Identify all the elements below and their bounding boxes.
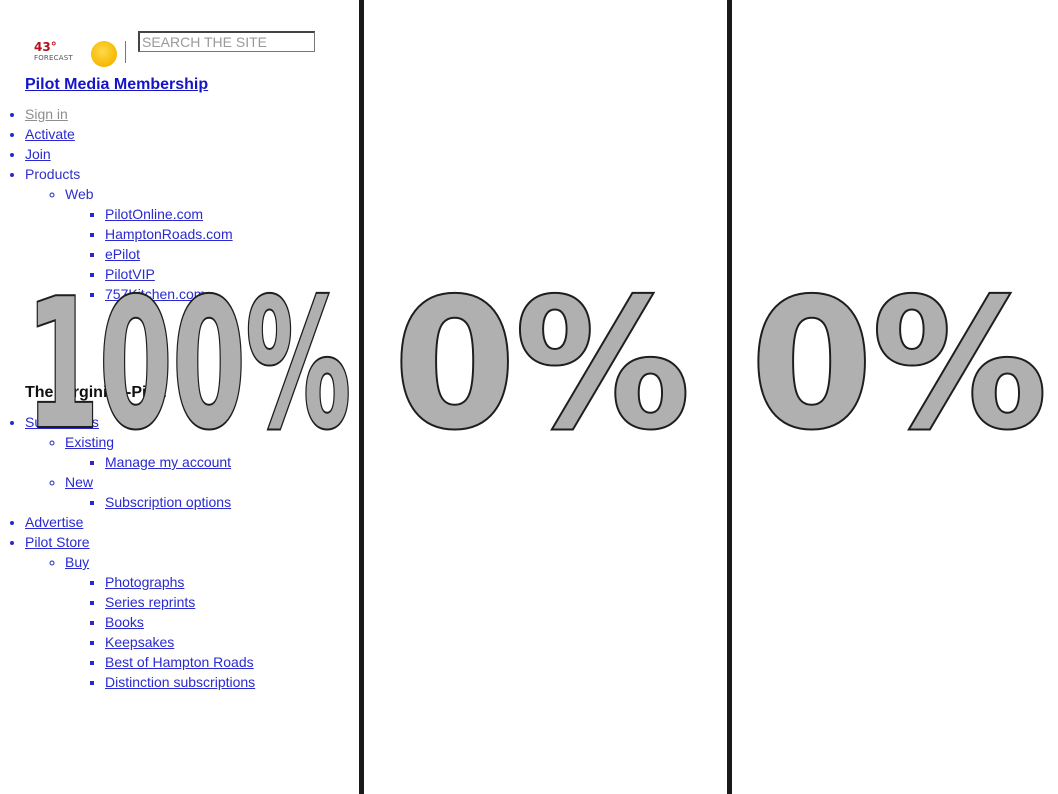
list-item: 757Kitchen.com bbox=[105, 284, 355, 304]
list-item: Advertise bbox=[25, 512, 355, 532]
occluded-spacer bbox=[25, 304, 355, 368]
virginian-pilot-list: Subscribers Existing Manage my account N… bbox=[0, 412, 355, 692]
weather-widget[interactable]: 43° FORECAST bbox=[34, 40, 124, 67]
sun-icon bbox=[91, 41, 117, 67]
existing-sublist: Manage my account bbox=[65, 452, 355, 472]
subscribers-sublist: Existing Manage my account New Subscript… bbox=[25, 432, 355, 512]
list-item: HamptonRoads.com bbox=[105, 224, 355, 244]
new-sublist: Subscription options bbox=[65, 492, 355, 512]
list-item: Pilot Store Buy Photographs Series repri… bbox=[25, 532, 355, 692]
forecast-label: FORECAST bbox=[34, 54, 73, 62]
epilot-link[interactable]: ePilot bbox=[105, 246, 140, 262]
membership-heading: Pilot Media Membership bbox=[25, 76, 355, 94]
list-item: Keepsakes bbox=[105, 632, 355, 652]
subscribers-link[interactable]: Subscribers bbox=[25, 414, 99, 430]
list-item: Web PilotOnline.com HamptonRoads.com ePi… bbox=[65, 184, 355, 304]
list-item: ePilot bbox=[105, 244, 355, 264]
list-item: Subscription options bbox=[105, 492, 355, 512]
weather-separator bbox=[125, 41, 126, 63]
757kitchen-link[interactable]: 757Kitchen.com bbox=[105, 286, 205, 302]
web-sublist: PilotOnline.com HamptonRoads.com ePilot … bbox=[65, 204, 355, 304]
list-item: PilotVIP bbox=[105, 264, 355, 284]
list-item: Join bbox=[25, 144, 355, 164]
site-navigation: Pilot Media Membership Sign in Activate … bbox=[25, 76, 355, 692]
store-sublist: Buy Photographs Series reprints Books Ke… bbox=[25, 552, 355, 692]
advertise-link[interactable]: Advertise bbox=[25, 514, 83, 530]
progress-percent-3: 0% bbox=[751, 276, 1047, 446]
list-item: Existing Manage my account bbox=[65, 432, 355, 472]
list-item: PilotOnline.com bbox=[105, 204, 355, 224]
list-item: Buy Photographs Series reprints Books Ke… bbox=[65, 552, 355, 692]
pilotonline-link[interactable]: PilotOnline.com bbox=[105, 206, 203, 222]
membership-list: Sign in Activate Join Products Web Pilot… bbox=[0, 104, 355, 304]
progress-percent-2: 0% bbox=[394, 276, 690, 446]
column-divider-right bbox=[727, 0, 732, 794]
list-item: Distinction subscriptions bbox=[105, 672, 355, 692]
list-item: Manage my account bbox=[105, 452, 355, 472]
list-item: Subscribers Existing Manage my account N… bbox=[25, 412, 355, 512]
list-item: Books bbox=[105, 612, 355, 632]
activate-link[interactable]: Activate bbox=[25, 126, 75, 142]
join-link[interactable]: Join bbox=[25, 146, 51, 162]
books-link[interactable]: Books bbox=[105, 614, 144, 630]
hamptonroads-link[interactable]: HamptonRoads.com bbox=[105, 226, 233, 242]
photographs-link[interactable]: Photographs bbox=[105, 574, 184, 590]
list-item: Photographs bbox=[105, 572, 355, 592]
manage-account-link[interactable]: Manage my account bbox=[105, 454, 231, 470]
keepsakes-link[interactable]: Keepsakes bbox=[105, 634, 174, 650]
temperature: 43° bbox=[34, 40, 57, 54]
series-reprints-link[interactable]: Series reprints bbox=[105, 594, 195, 610]
web-label: Web bbox=[65, 186, 94, 202]
progress-overlay-3-svg: 0% bbox=[749, 276, 1049, 446]
existing-link[interactable]: Existing bbox=[65, 434, 114, 450]
membership-link[interactable]: Pilot Media Membership bbox=[25, 76, 208, 93]
pilot-store-link[interactable]: Pilot Store bbox=[25, 534, 90, 550]
distinction-subscriptions-link[interactable]: Distinction subscriptions bbox=[105, 674, 255, 690]
list-item: Sign in bbox=[25, 104, 355, 124]
virginian-pilot-heading: The Virginian-Pilot bbox=[25, 384, 167, 401]
column-divider-left bbox=[359, 0, 364, 794]
search-input[interactable] bbox=[138, 31, 315, 52]
progress-overlay-2-svg: 0% bbox=[392, 276, 692, 446]
progress-overlay-2: 0% bbox=[388, 276, 698, 446]
sign-in-link[interactable]: Sign in bbox=[25, 106, 68, 122]
list-item: Activate bbox=[25, 124, 355, 144]
new-link[interactable]: New bbox=[65, 474, 93, 490]
subscription-options-link[interactable]: Subscription options bbox=[105, 494, 231, 510]
pilotvip-link[interactable]: PilotVIP bbox=[105, 266, 155, 282]
progress-overlay-3: 0% bbox=[745, 276, 1055, 446]
list-item: Products Web PilotOnline.com HamptonRoad… bbox=[25, 164, 355, 304]
products-sublist: Web PilotOnline.com HamptonRoads.com ePi… bbox=[25, 184, 355, 304]
buy-sublist: Photographs Series reprints Books Keepsa… bbox=[65, 572, 355, 692]
buy-link[interactable]: Buy bbox=[65, 554, 89, 570]
list-item: Series reprints bbox=[105, 592, 355, 612]
best-of-hampton-roads-link[interactable]: Best of Hampton Roads bbox=[105, 654, 254, 670]
list-item: Best of Hampton Roads bbox=[105, 652, 355, 672]
products-label: Products bbox=[25, 166, 81, 182]
list-item: New Subscription options bbox=[65, 472, 355, 512]
